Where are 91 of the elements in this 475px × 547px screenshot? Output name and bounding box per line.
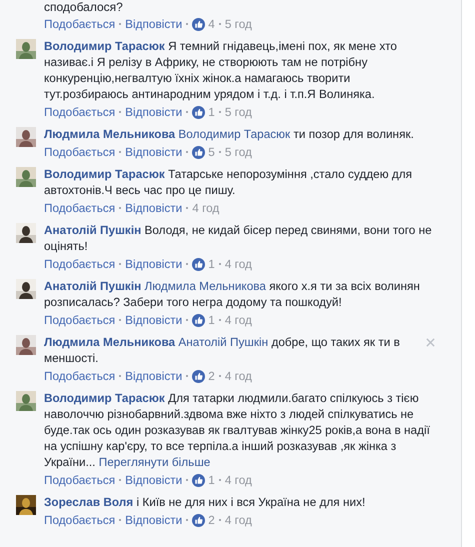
- separator-dot: [218, 375, 221, 377]
- reply-link[interactable]: Відповісти: [125, 368, 182, 384]
- separator-dot: [218, 111, 221, 113]
- comment-time: 4 год: [192, 200, 220, 216]
- author-link[interactable]: Анатолій Пушкін: [44, 279, 142, 293]
- author-link[interactable]: Володимир Тарасюк: [44, 39, 165, 53]
- separator-dot: [218, 151, 221, 153]
- separator-dot: [119, 111, 122, 113]
- reply-link[interactable]: Відповісти: [125, 200, 182, 216]
- separator-dot: [186, 151, 188, 153]
- like-count: 4: [208, 16, 215, 32]
- like-link[interactable]: Подобається: [44, 144, 116, 160]
- reply-link[interactable]: Відповісти: [125, 16, 182, 32]
- reply-link[interactable]: Відповісти: [125, 144, 182, 160]
- see-more-link[interactable]: Переглянути більше: [98, 455, 210, 469]
- separator-dot: [119, 151, 122, 153]
- like-link[interactable]: Подобається: [44, 104, 116, 120]
- author-link[interactable]: Анатолій Пушкін: [44, 223, 142, 237]
- separator-dot: [119, 375, 122, 377]
- comment-time: 4 год: [224, 472, 252, 488]
- comment-text: сподобалося?: [44, 0, 124, 14]
- thumbs-up-icon: [192, 146, 206, 158]
- reply-link[interactable]: Відповісти: [125, 512, 182, 528]
- comment-time: 5 год: [224, 144, 252, 160]
- comment-text: Зореслав Воля і Київ не для них і вся Україна не для них!: [44, 494, 366, 510]
- close-icon[interactable]: [426, 338, 435, 347]
- like-link[interactable]: Подобається: [44, 368, 116, 384]
- comment-time: 4 год: [224, 368, 252, 384]
- like-link[interactable]: Подобається: [44, 512, 116, 528]
- mention-link[interactable]: Людмила Мельникова: [144, 279, 266, 293]
- like-count: 1: [208, 256, 215, 272]
- like-count: 2: [208, 368, 215, 384]
- like-link[interactable]: Подобається: [44, 472, 116, 488]
- author-link[interactable]: Володимир Тарасюк: [44, 391, 165, 405]
- separator-dot: [186, 263, 188, 265]
- like-link[interactable]: Подобається: [44, 256, 116, 272]
- like-count: 2: [208, 512, 215, 528]
- comment-time: 5 год: [224, 104, 252, 120]
- thumbs-up-icon: [192, 474, 206, 486]
- thumbs-up-icon: [192, 314, 206, 326]
- separator-dot: [119, 519, 122, 521]
- thumbs-up-icon: [192, 370, 206, 382]
- comment-time: 4 год: [224, 312, 252, 328]
- like-count: 1: [208, 312, 215, 328]
- separator-dot: [218, 319, 221, 321]
- like-link[interactable]: Подобається: [44, 312, 116, 328]
- separator-dot: [218, 23, 221, 25]
- separator-dot: [186, 207, 188, 209]
- like-count: 1: [208, 472, 215, 488]
- comment-time: 4 год: [224, 512, 252, 528]
- like-link[interactable]: Подобається: [44, 200, 116, 216]
- author-link[interactable]: Людмила Мельникова: [44, 335, 176, 349]
- mention-link[interactable]: Володимир Тарасюк: [178, 127, 290, 141]
- separator-dot: [218, 263, 221, 265]
- separator-dot: [119, 263, 122, 265]
- author-link[interactable]: Володимир Тарасюк: [44, 167, 165, 181]
- separator-dot: [119, 207, 122, 209]
- separator-dot: [119, 23, 122, 25]
- separator-dot: [119, 479, 122, 481]
- comment-text: Людмила Мельникова Володимир Тарасюк ти позор для волиняк.: [44, 126, 415, 142]
- comment-text: Анатолій Пушкін Володя, не кидай бісер перед свинями, вони того не оцінять!: [44, 222, 432, 254]
- thumbs-up-icon: [192, 514, 206, 526]
- separator-dot: [218, 519, 221, 521]
- like-count: 1: [208, 104, 215, 120]
- thumbs-up-icon: [192, 106, 206, 118]
- comment-time: 5 год: [224, 16, 252, 32]
- thumbs-up-icon: [192, 18, 206, 30]
- comment-time: 4 год: [224, 256, 252, 272]
- separator-dot: [119, 319, 122, 321]
- reply-link[interactable]: Відповісти: [125, 472, 182, 488]
- separator-dot: [186, 23, 188, 25]
- thumbs-up-icon: [192, 258, 206, 270]
- comment-text: Володимир Тарасюк Татарське непорозуміння ,стало суддею для автохтонів.Ч весь час про це пишу.: [44, 166, 413, 198]
- separator-dot: [186, 519, 188, 521]
- comment-text: Анатолій Пушкін Людмила Мельникова якого х.я ти за всіх волинян розписалась? Забери того негра додому та пошкодуй!: [44, 278, 421, 310]
- separator-dot: [186, 479, 188, 481]
- author-link[interactable]: Зореслав Воля: [44, 495, 134, 509]
- separator-dot: [186, 319, 188, 321]
- separator-dot: [186, 111, 188, 113]
- separator-dot: [186, 375, 188, 377]
- comment-text: Володимир Тарасюк Для татарки людмили.багато спілкуюсь з тією наволоччю різнобарвний.здвома вже ніхто з людей спілкуватись не буде.так ось один розказував як гвалтував жінку25 років,а вона в надії на успішну кар'єру, то все терпіла.а інший розказував ,як жінка з України... Переглянути більше: [44, 390, 431, 470]
- reply-link[interactable]: Відповісти: [125, 312, 182, 328]
- comment-text: Людмила Мельникова Анатолій Пушкін добре, що таких як ти в меншості.: [44, 334, 401, 366]
- mention-link[interactable]: Анатолій Пушкін: [178, 335, 268, 349]
- like-count: 5: [208, 144, 215, 160]
- separator-dot: [218, 479, 221, 481]
- reply-link[interactable]: Відповісти: [125, 104, 182, 120]
- like-link[interactable]: Подобається: [44, 16, 116, 32]
- comment-text: Володимир Тарасюк Я темний гнідавець,імені пох, як мене хто називає.і Я релізу в Африку, не створюють там не потрібну конкуренцію,негвалтую їхніх жінок.а намагаюсь творити тут.розбираюсь антинародним урядом і т.д. і т.п.Я Волиняка.: [44, 38, 398, 102]
- author-link[interactable]: Людмила Мельникова: [44, 127, 176, 141]
- reply-link[interactable]: Відповісти: [125, 256, 182, 272]
